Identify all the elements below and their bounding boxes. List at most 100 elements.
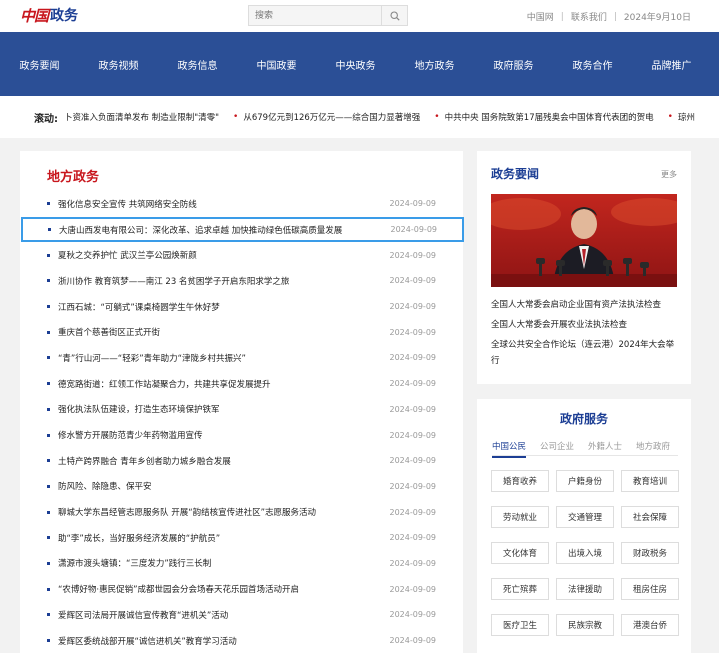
news-row[interactable]: 修水警方开展防范青少年药物滥用宣传 2024-09-09 xyxy=(20,422,463,448)
site-logo[interactable]: 中国 政务 xyxy=(20,5,78,25)
bullet-icon xyxy=(47,330,50,334)
service-button[interactable]: 医疗卫生 xyxy=(491,614,549,636)
news-title[interactable]: 助“李”成长，当好服务经济发展的“护航员” xyxy=(58,532,382,544)
bullet-icon xyxy=(47,639,50,643)
service-button[interactable]: 户籍身份 xyxy=(556,470,614,492)
news-row[interactable]: 助“李”成长，当好服务经济发展的“护航员” 2024-09-09 xyxy=(20,525,463,551)
news-date: 2024-09-09 xyxy=(389,507,437,517)
news-row[interactable]: 德宽路街道：红领工作站凝聚合力，共建共享促发展提升 2024-09-09 xyxy=(20,371,463,397)
nav-item-gov-service[interactable]: 政府服务 xyxy=(474,57,553,72)
news-row[interactable]: 爱辉区司法局开展诚信宣传教育“进机关”活动 2024-09-09 xyxy=(20,602,463,628)
news-title[interactable]: 强化信息安全宣传 共筑网络安全防线 xyxy=(58,198,382,210)
service-button[interactable]: 出境入境 xyxy=(556,542,614,564)
bullet-icon xyxy=(47,202,50,206)
nav-item-local-gov[interactable]: 地方政务 xyxy=(395,57,474,72)
logo-mark: 中国 xyxy=(20,6,49,25)
news-row[interactable]: 爱辉区委统战部开展“诚信进机关”教育学习活动 2024-09-09 xyxy=(20,628,463,653)
ticker-item[interactable]: • 从679亿元到126万亿元——综合国力显著增强 xyxy=(233,111,420,123)
bullet-icon xyxy=(47,613,50,617)
news-title[interactable]: 防风险、除隐患、保平安 xyxy=(58,480,382,492)
top-link-contact[interactable]: 联系我们 xyxy=(571,10,607,23)
news-title[interactable]: 聊城大学东昌经管志愿服务队 开展“韵结核宣传进社区”志愿服务活动 xyxy=(58,506,382,518)
service-button[interactable]: 婚育收养 xyxy=(491,470,549,492)
news-title[interactable]: 潇源市渡头塘镇：“三度发力”践行三长制 xyxy=(58,557,382,569)
search-button[interactable] xyxy=(381,6,407,25)
bullet-icon xyxy=(47,587,50,591)
news-title[interactable]: 修水警方开展防范青少年药物滥用宣传 xyxy=(58,429,382,441)
service-button[interactable]: 教育培训 xyxy=(621,470,679,492)
news-row[interactable]: 潇源市渡头塘镇：“三度发力”践行三长制 2024-09-09 xyxy=(20,551,463,577)
news-date: 2024-09-09 xyxy=(389,456,437,466)
news-row[interactable]: “青”行山河——“轻彩”青年助力“津陇乡村共振兴” 2024-09-09 xyxy=(20,345,463,371)
service-button[interactable]: 租房住房 xyxy=(621,578,679,600)
news-title[interactable]: 江西石城：“可躺式”课桌椅圆学生午休好梦 xyxy=(58,301,382,313)
ticker-item[interactable]: 卜资准入负面清单发布 制造业限制"清零" xyxy=(64,111,219,123)
section-title[interactable]: 地方政务 xyxy=(47,166,99,185)
divider xyxy=(492,455,678,456)
ticker-item[interactable]: • 琼州 xyxy=(668,111,695,123)
ticker-item[interactable]: • 中共中央 国务院致第17届残奥会中国体育代表团的贺电 xyxy=(434,111,653,123)
news-row[interactable]: 强化信息安全宣传 共筑网络安全防线 2024-09-09 xyxy=(20,191,463,217)
service-button[interactable]: 法律援助 xyxy=(556,578,614,600)
nav-item-gov-video[interactable]: 政务视频 xyxy=(79,57,158,72)
news-row[interactable]: 聊城大学东昌经管志愿服务队 开展“韵结核宣传进社区”志愿服务活动 2024-09-… xyxy=(20,499,463,525)
top-bar: 中国 政务 中国网 | 联系我们 | 2024年9月10日 xyxy=(0,0,719,32)
service-button[interactable]: 劳动就业 xyxy=(491,506,549,528)
news-row[interactable]: 江西石城：“可躺式”课桌椅圆学生午休好梦 2024-09-09 xyxy=(20,294,463,320)
nav-item-central-gov[interactable]: 中央政务 xyxy=(316,57,395,72)
bullet-icon xyxy=(47,484,50,488)
bullet-icon: • xyxy=(434,112,440,122)
nav-item-brand[interactable]: 品牌推广 xyxy=(632,57,711,72)
news-row[interactable]: 大唐山西发电有限公司：深化改革、追求卓越 加快推动绿色低碳高质量发展 2024-0… xyxy=(21,216,464,243)
bullet-icon xyxy=(47,356,50,360)
bullet-icon xyxy=(48,228,51,232)
news-title[interactable]: 重庆首个慈善街区正式开街 xyxy=(58,326,382,338)
news-title[interactable]: 夏秋之交养护忙 武汉兰亭公园焕新颜 xyxy=(58,249,382,261)
news-title[interactable]: 爱辉区司法局开展诚信宣传教育“进机关”活动 xyxy=(58,609,382,621)
service-button[interactable]: 财政税务 xyxy=(621,542,679,564)
logo-text: 政务 xyxy=(50,8,79,24)
search-input[interactable] xyxy=(249,6,381,25)
news-row[interactable]: “农博好物·惠民促销”成都世园会分会场春天花乐园首场活动开启 2024-09-09 xyxy=(20,576,463,602)
news-title[interactable]: “青”行山河——“轻彩”青年助力“津陇乡村共振兴” xyxy=(58,352,382,364)
bullet-icon xyxy=(47,459,50,463)
list-item[interactable]: 全国人大常委会启动企业国有资产法执法检查 xyxy=(491,297,677,313)
search-icon xyxy=(389,10,400,21)
news-date: 2024-09-09 xyxy=(389,276,437,286)
news-row[interactable]: 重庆首个慈善街区正式开街 2024-09-09 xyxy=(20,319,463,345)
nav-item-china-leaders[interactable]: 中国政要 xyxy=(237,57,316,72)
service-button[interactable]: 交通管理 xyxy=(556,506,614,528)
nav-item-gov-info[interactable]: 政务信息 xyxy=(158,57,237,72)
service-button[interactable]: 文化体育 xyxy=(491,542,549,564)
news-row[interactable]: 土特产跨界融合 青年乡创者助力城乡融合发展 2024-09-09 xyxy=(20,448,463,474)
news-row[interactable]: 夏秋之交养护忙 武汉兰亭公园焕新颜 2024-09-09 xyxy=(20,242,463,268)
bullet-icon xyxy=(47,407,50,411)
news-row[interactable]: 防风险、除隐患、保平安 2024-09-09 xyxy=(20,474,463,500)
service-button[interactable]: 民族宗教 xyxy=(556,614,614,636)
news-title[interactable]: 德宽路街道：红领工作站凝聚合力，共建共享促发展提升 xyxy=(58,378,382,390)
news-title[interactable]: 爱辉区委统战部开展“诚信进机关”教育学习活动 xyxy=(58,635,382,647)
more-link[interactable]: 更多 xyxy=(661,169,677,180)
gov-services-card: 政府服务 中国公民 公司企业 外籍人士 地方政府 婚育收养 户籍身份 教育培训 劳动就… xyxy=(477,399,691,653)
news-title[interactable]: “农博好物·惠民促销”成都世园会分会场春天花乐园首场活动开启 xyxy=(58,583,382,595)
news-row[interactable]: 浙川协作 教育筑梦——南江 23 名贫困学子开启东阳求学之旅 2024-09-09 xyxy=(20,268,463,294)
nav-item-gov-cooperation[interactable]: 政务合作 xyxy=(553,57,632,72)
news-title[interactable]: 浙川协作 教育筑梦——南江 23 名贫困学子开启东阳求学之旅 xyxy=(58,275,382,287)
news-photo[interactable] xyxy=(491,194,677,287)
list-item[interactable]: 全球公共安全合作论坛（连云港）2024年大会举行 xyxy=(491,337,677,369)
service-button[interactable]: 死亡殡葬 xyxy=(491,578,549,600)
news-date: 2024-09-09 xyxy=(389,379,437,389)
list-item[interactable]: 全国人大常委会开展农业法执法检查 xyxy=(491,317,677,333)
nav-item-gov-news[interactable]: 政务要闻 xyxy=(0,57,79,72)
top-link-china-net[interactable]: 中国网 xyxy=(527,10,554,23)
news-title[interactable]: 大唐山西发电有限公司：深化改革、追求卓越 加快推动绿色低碳高质量发展 xyxy=(59,224,383,236)
service-button[interactable]: 港澳台侨 xyxy=(621,614,679,636)
service-button[interactable]: 社会保障 xyxy=(621,506,679,528)
news-title[interactable]: 土特产跨界融合 青年乡创者助力城乡融合发展 xyxy=(58,455,382,467)
news-row[interactable]: 强化执法队伍建设，打造生态环境保护铁军 2024-09-09 xyxy=(20,397,463,423)
bullet-icon xyxy=(47,510,50,514)
gov-news-list: 全国人大常委会启动企业国有资产法执法检查 全国人大常委会开展农业法执法检查 全球… xyxy=(491,297,677,373)
section-title[interactable]: 政务要闻 xyxy=(491,165,539,182)
top-links: 中国网 | 联系我们 | 2024年9月10日 xyxy=(527,10,691,24)
news-title[interactable]: 强化执法队伍建设，打造生态环境保护铁军 xyxy=(58,403,382,415)
